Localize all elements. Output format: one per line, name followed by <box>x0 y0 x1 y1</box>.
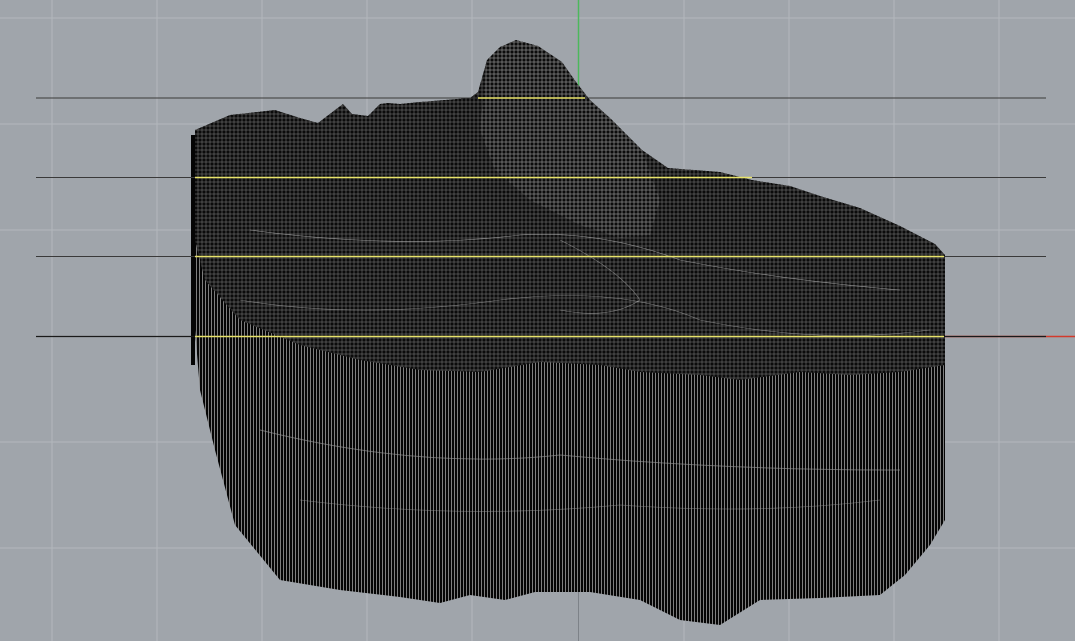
mesh-relief[interactable] <box>191 40 945 625</box>
viewport-canvas[interactable] <box>0 0 1075 641</box>
modeling-viewport[interactable] <box>0 0 1075 641</box>
